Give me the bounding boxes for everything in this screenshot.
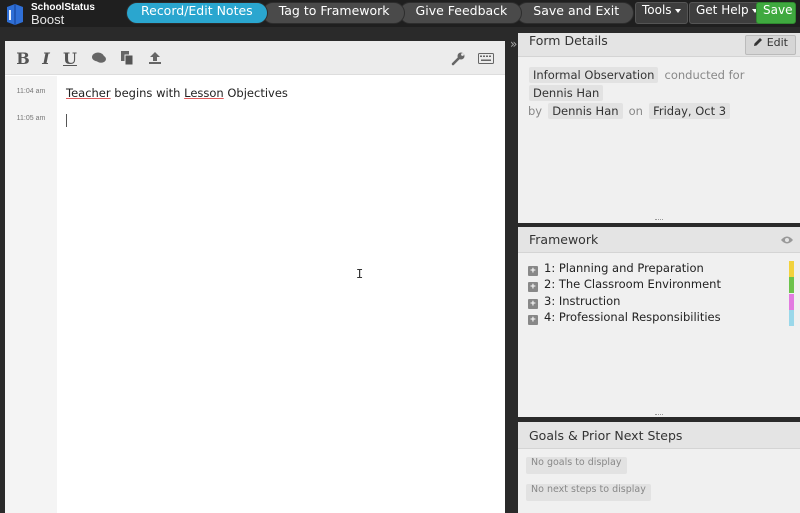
pencil-icon	[753, 38, 762, 46]
goals-title: Goals & Prior Next Steps	[529, 428, 683, 443]
framework-title: Framework	[529, 232, 599, 247]
subject-name[interactable]: Dennis Han	[529, 85, 604, 101]
timestamp-gutter	[5, 76, 57, 513]
domain-color-bar	[789, 277, 794, 293]
help-menu-button[interactable]: Get Help	[689, 2, 765, 24]
copy-icon[interactable]	[117, 48, 137, 68]
ibeam-cursor-icon: I	[356, 267, 364, 281]
notes-editor[interactable]: B I U 11:04 am Teacher begins with Lesso…	[5, 41, 505, 513]
save-button[interactable]: Save	[756, 2, 796, 24]
domain-color-bar	[789, 261, 794, 277]
help-label: Get Help	[696, 3, 749, 17]
form-details-header: Form Details Edit	[518, 33, 800, 57]
framework-domain-2[interactable]: +2: The Classroom Environment	[528, 277, 721, 293]
chevron-down-icon	[674, 8, 681, 13]
conducted-for-label: conducted for	[664, 68, 745, 82]
logo-product: Boost	[31, 12, 65, 27]
form-details-title: Form Details	[529, 33, 608, 48]
framework-header: Framework	[518, 227, 800, 253]
domain-label: 2: The Classroom Environment	[544, 277, 721, 291]
text-cursor	[66, 114, 67, 127]
note-word: Lesson	[184, 86, 224, 100]
form-details-panel: Form Details Edit Informal Observation c…	[518, 33, 800, 223]
note-text: Objectives	[223, 86, 288, 100]
resize-handle[interactable]	[655, 219, 663, 221]
framework-domain-1[interactable]: +1: Planning and Preparation	[528, 261, 704, 277]
framework-panel: Framework +1: Planning and Preparation +…	[518, 227, 800, 417]
domain-label: 1: Planning and Preparation	[544, 261, 704, 275]
keyboard-icon[interactable]	[476, 48, 496, 68]
upload-icon[interactable]	[145, 48, 165, 68]
step-tag-to-framework[interactable]: Tag to Framework	[261, 2, 405, 24]
step-save-and-exit[interactable]: Save and Exit	[516, 2, 635, 24]
note-word: Teacher	[66, 86, 111, 100]
underline-button[interactable]: U	[60, 48, 80, 68]
expand-plus-icon: +	[528, 282, 538, 292]
goals-panel: Goals & Prior Next Steps No goals to dis…	[518, 422, 800, 513]
expand-plus-icon: +	[528, 266, 538, 276]
framework-domain-3[interactable]: +3: Instruction	[528, 294, 620, 310]
comment-icon[interactable]	[89, 48, 109, 68]
on-label: on	[628, 104, 643, 118]
workflow-steps: Record/Edit Notes Tag to Framework Give …	[126, 2, 635, 24]
step-record-edit-notes[interactable]: Record/Edit Notes	[126, 2, 268, 24]
note-text: begins with	[110, 86, 185, 100]
resize-handle[interactable]	[655, 414, 663, 416]
domain-label: 4: Professional Responsibilities	[544, 310, 721, 324]
goals-header: Goals & Prior Next Steps	[518, 422, 800, 449]
no-next-steps-message: No next steps to display	[526, 484, 651, 501]
by-label: by	[528, 104, 543, 118]
expand-plus-icon: +	[528, 315, 538, 325]
wrench-icon[interactable]	[448, 48, 468, 68]
italic-button[interactable]: I	[36, 48, 56, 68]
timestamp: 11:04 am	[16, 88, 46, 95]
timestamp: 11:05 am	[16, 115, 46, 122]
domain-color-bar	[789, 294, 794, 310]
no-goals-message: No goals to display	[526, 457, 627, 474]
edit-button[interactable]: Edit	[744, 35, 796, 55]
observer-name[interactable]: Dennis Han	[548, 103, 623, 119]
eye-icon[interactable]	[780, 235, 794, 245]
observation-date[interactable]: Friday, Oct 3	[649, 103, 731, 119]
form-details-body: Informal Observation conducted for Denni…	[518, 57, 800, 127]
expand-plus-icon: +	[528, 299, 538, 309]
domain-color-bar	[789, 310, 794, 326]
editor-toolbar: B I U	[5, 41, 505, 75]
domain-label: 3: Instruction	[544, 294, 621, 308]
collapse-panel-icon[interactable]: »	[510, 37, 517, 51]
tools-menu-button[interactable]: Tools	[635, 2, 688, 24]
tools-label: Tools	[642, 3, 672, 17]
logo-icon	[7, 4, 23, 25]
step-give-feedback[interactable]: Give Feedback	[398, 2, 523, 24]
top-bar: SchoolStatus Boost Record/Edit Notes Tag…	[0, 0, 800, 27]
bold-button[interactable]: B	[13, 48, 33, 68]
note-line[interactable]: Teacher begins with Lesson Objectives	[66, 86, 288, 100]
framework-domain-4[interactable]: +4: Professional Responsibilities	[528, 310, 721, 326]
form-type[interactable]: Informal Observation	[529, 67, 659, 83]
edit-label: Edit	[766, 36, 788, 49]
